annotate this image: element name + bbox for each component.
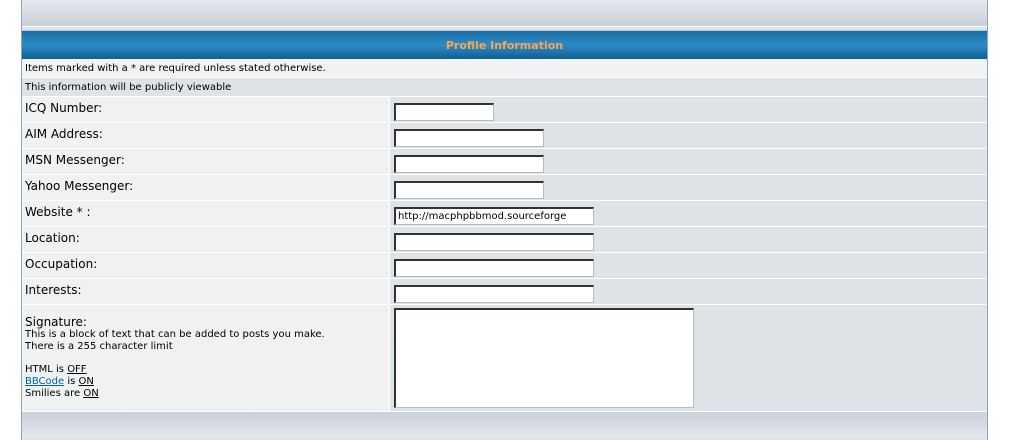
location-label: Location:	[25, 231, 80, 245]
occupation-label: Occupation:	[25, 257, 98, 271]
bottom-spacer-row	[22, 412, 987, 438]
signature-field-cell	[391, 305, 987, 411]
website-input[interactable]	[394, 207, 594, 225]
website-label-cell: Website * :	[22, 201, 390, 226]
section-header: Profile Information	[22, 30, 987, 59]
smilies-status-value: ON	[83, 388, 99, 399]
msn-label-cell: MSN Messenger:	[22, 149, 390, 174]
location-label-cell: Location:	[22, 227, 390, 252]
aim-input[interactable]	[394, 129, 544, 147]
bbcode-status-value: ON	[78, 376, 94, 387]
icq-label-cell: ICQ Number:	[22, 97, 390, 122]
website-row: Website * :	[22, 201, 987, 227]
signature-label: Signature:	[25, 315, 87, 329]
occupation-label-cell: Occupation:	[22, 253, 390, 278]
interests-row: Interests:	[22, 279, 987, 305]
icq-label: ICQ Number:	[25, 101, 103, 115]
aim-field-cell	[391, 123, 987, 148]
msn-input[interactable]	[394, 155, 544, 173]
msn-label: MSN Messenger:	[25, 153, 125, 167]
yahoo-label: Yahoo Messenger:	[25, 179, 134, 193]
icq-field-cell	[391, 97, 987, 122]
interests-label-cell: Interests:	[22, 279, 390, 304]
section-title: Profile Information	[445, 38, 564, 52]
required-note: Items marked with a * are required unles…	[25, 63, 326, 74]
yahoo-input[interactable]	[394, 181, 544, 199]
aim-label: AIM Address:	[25, 127, 103, 141]
smilies-status-prefix: Smilies are	[25, 388, 84, 399]
msn-field-cell	[391, 149, 987, 174]
bbcode-link[interactable]: BBCode	[25, 376, 64, 387]
occupation-field-cell	[391, 253, 987, 278]
website-label: Website * :	[25, 205, 91, 219]
yahoo-label-cell: Yahoo Messenger:	[22, 175, 390, 200]
aim-label-cell: AIM Address:	[22, 123, 390, 148]
location-row: Location:	[22, 227, 987, 253]
yahoo-field-cell	[391, 175, 987, 200]
html-status-value: OFF	[67, 364, 87, 375]
html-status-prefix: HTML is	[25, 364, 68, 375]
profile-form-panel: Profile Information Items marked with a …	[21, 0, 988, 440]
aim-row: AIM Address:	[22, 123, 987, 149]
public-note: This information will be publicly viewab…	[25, 82, 232, 93]
location-input[interactable]	[394, 233, 594, 251]
signature-textarea[interactable]	[394, 308, 694, 408]
occupation-input[interactable]	[394, 259, 594, 277]
interests-input[interactable]	[394, 285, 594, 303]
required-note-row: Items marked with a * are required unles…	[22, 59, 987, 78]
interests-label: Interests:	[25, 283, 82, 297]
smilies-status: Smilies are ON	[25, 388, 386, 400]
signature-row: Signature: This is a block of text that …	[22, 305, 987, 412]
public-note-row: This information will be publicly viewab…	[22, 78, 987, 97]
signature-help-2: There is a 255 character limit	[25, 341, 173, 352]
location-field-cell	[391, 227, 987, 252]
signature-label-cell: Signature: This is a block of text that …	[22, 305, 390, 411]
html-status: HTML is OFF	[25, 364, 386, 376]
signature-help-1: This is a block of text that can be adde…	[25, 329, 325, 340]
website-field-cell	[391, 201, 987, 226]
top-spacer-row	[22, 0, 987, 27]
msn-row: MSN Messenger:	[22, 149, 987, 175]
bbcode-status: BBCode is ON	[25, 376, 386, 388]
icq-row: ICQ Number:	[22, 97, 987, 123]
occupation-row: Occupation:	[22, 253, 987, 279]
icq-input[interactable]	[394, 103, 494, 121]
bbcode-status-mid: is	[64, 376, 79, 387]
interests-field-cell	[391, 279, 987, 304]
yahoo-row: Yahoo Messenger:	[22, 175, 987, 201]
